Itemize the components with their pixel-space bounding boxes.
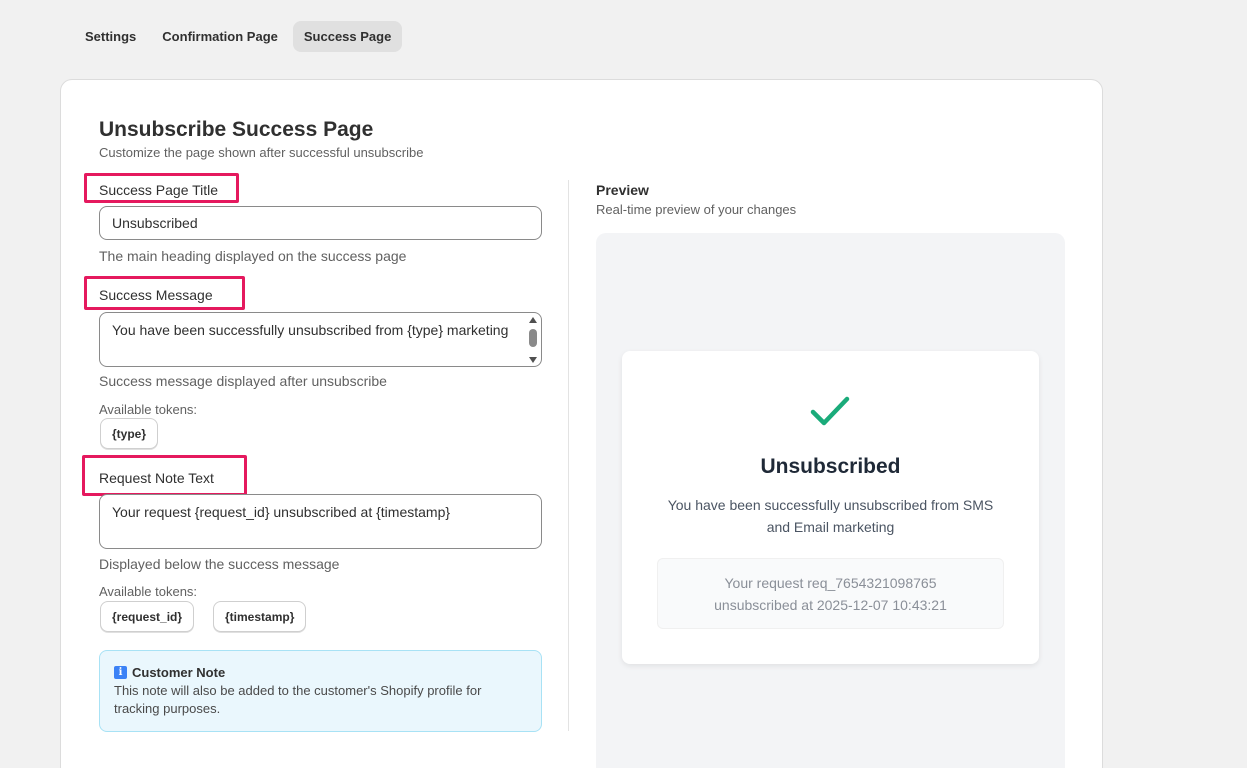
preview-note-line-2: unsubscribed at 2025-12-07 10:43:21 (714, 597, 947, 613)
preview-note-line-1: Your request req_7654321098765 (724, 575, 937, 591)
success-message-textarea[interactable]: You have been successfully unsubscribed … (99, 312, 542, 367)
customer-note-title: Customer Note (132, 665, 226, 680)
scroll-down-arrow-icon[interactable] (529, 357, 537, 363)
preview-subtitle: Real-time preview of your changes (596, 202, 797, 217)
success-message-value: You have been successfully unsubscribed … (112, 322, 509, 338)
check-icon (810, 396, 850, 426)
success-message-label: Success Message (99, 287, 213, 303)
success-title-help: The main heading displayed on the succes… (99, 248, 407, 264)
column-divider (568, 180, 569, 731)
page-title: Unsubscribe Success Page (99, 118, 374, 141)
scroll-thumb[interactable] (529, 329, 537, 347)
token-type[interactable]: {type} (100, 418, 159, 449)
customer-note-banner: i Customer Note This note will also be a… (99, 650, 542, 732)
preview-request-note: Your request req_7654321098765 unsubscri… (657, 558, 1004, 629)
token-timestamp[interactable]: {timestamp} (213, 601, 307, 632)
tab-settings[interactable]: Settings (74, 21, 147, 52)
tab-success-page[interactable]: Success Page (292, 21, 403, 52)
settings-card: Unsubscribe Success Page Customize the p… (60, 79, 1103, 768)
preview-title: Preview (596, 182, 649, 198)
request-note-textarea[interactable]: Your request {request_id} unsubscribed a… (99, 494, 542, 549)
page-subtitle: Customize the page shown after successfu… (99, 145, 424, 160)
message-tokens-label: Available tokens: (99, 402, 198, 417)
request-tokens-label: Available tokens: (99, 584, 198, 599)
info-icon: i (114, 666, 127, 679)
textarea-scrollbar[interactable] (527, 315, 539, 365)
tab-bar: Settings Confirmation Page Success Page (74, 21, 403, 52)
scroll-up-arrow-icon[interactable] (529, 317, 537, 323)
preview-message: You have been successfully unsubscribed … (667, 497, 994, 535)
request-note-help: Displayed below the success message (99, 556, 340, 572)
request-note-label: Request Note Text (99, 470, 214, 486)
tab-confirmation-page[interactable]: Confirmation Page (151, 21, 289, 52)
success-title-label: Success Page Title (99, 182, 219, 198)
customer-note-text: This note will also be added to the cust… (114, 683, 482, 716)
success-message-help: Success message displayed after unsubscr… (99, 373, 387, 389)
preview-area: Unsubscribed You have been successfully … (596, 233, 1065, 768)
success-title-input[interactable]: Unsubscribed (99, 206, 542, 240)
token-request-id[interactable]: {request_id} (100, 601, 195, 632)
customer-note-header: i Customer Note (114, 665, 527, 680)
preview-heading: Unsubscribed (760, 455, 901, 478)
preview-success-card: Unsubscribed You have been successfully … (622, 351, 1039, 664)
